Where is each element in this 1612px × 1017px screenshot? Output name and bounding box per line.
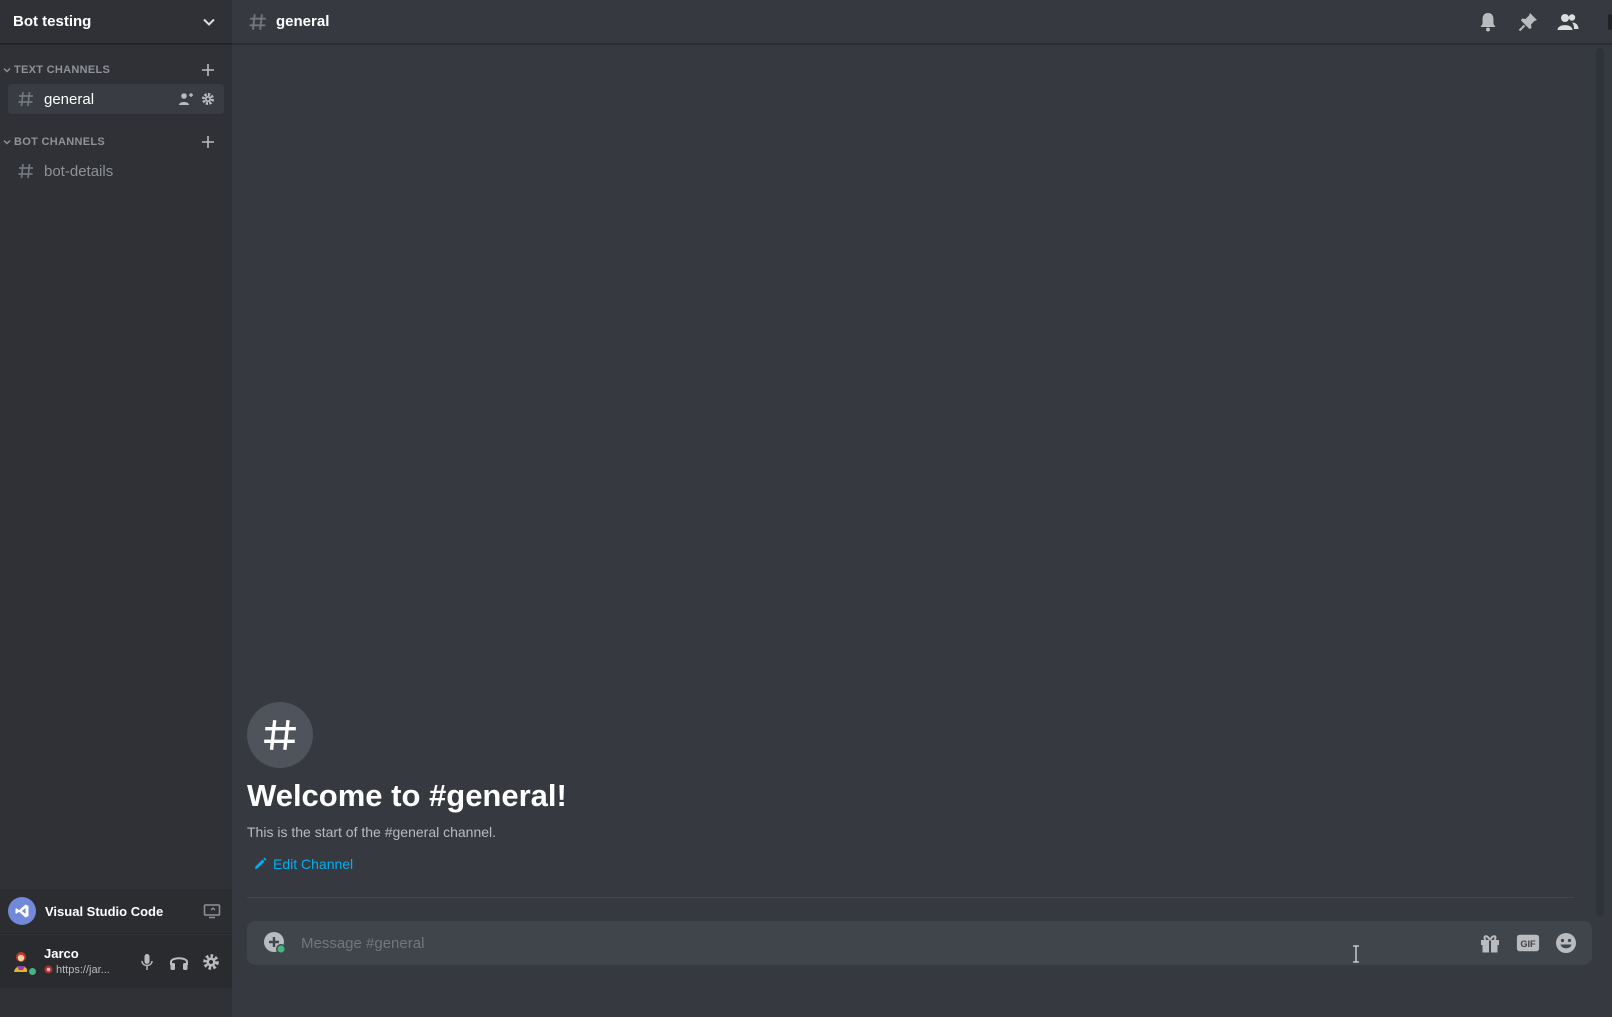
screen-share-icon[interactable] xyxy=(202,901,222,921)
settings-gear-icon[interactable] xyxy=(200,91,216,107)
activity-panel: Visual Studio Code xyxy=(0,889,232,934)
invite-icon[interactable] xyxy=(178,91,194,107)
channel-item-bot-details[interactable]: bot-details xyxy=(8,156,224,186)
message-input[interactable] xyxy=(301,934,1478,952)
window-edge xyxy=(1608,14,1612,30)
chevron-down-icon[interactable] xyxy=(202,15,216,29)
category-label: BOT CHANNELS xyxy=(14,136,105,148)
custom-status: https://jar... xyxy=(44,962,136,978)
discord-window: Bot testing TEXT CHANNELS general BOT CH… xyxy=(0,0,1612,1017)
add-upload-icon[interactable] xyxy=(263,931,287,955)
hash-icon xyxy=(16,90,36,108)
gif-icon[interactable]: GIF xyxy=(1516,931,1540,955)
channel-header: general xyxy=(232,0,1612,44)
svg-text:GIF: GIF xyxy=(1520,939,1536,949)
emoji-icon[interactable] xyxy=(1554,931,1578,955)
divider xyxy=(247,897,1574,898)
user-settings-gear-icon[interactable] xyxy=(200,951,222,973)
avatar[interactable] xyxy=(8,947,38,977)
edit-channel-label: Edit Channel xyxy=(273,856,354,872)
bell-icon[interactable] xyxy=(1476,10,1500,34)
custom-status-text: https://jar... xyxy=(56,963,110,976)
server-header[interactable]: Bot testing xyxy=(0,0,232,44)
caret-down-icon xyxy=(2,138,11,147)
pin-icon[interactable] xyxy=(1516,10,1540,34)
channel-sidebar: Bot testing TEXT CHANNELS general BOT CH… xyxy=(0,0,232,1017)
scrollbar[interactable] xyxy=(1596,48,1604,916)
chat-area: general Welcome to #general! This is the… xyxy=(232,0,1612,1017)
gift-icon[interactable] xyxy=(1478,931,1502,955)
activity-name: Visual Studio Code xyxy=(45,903,164,919)
hash-icon xyxy=(248,12,268,32)
microphone-icon[interactable] xyxy=(136,951,158,973)
username: Jarco xyxy=(44,945,79,961)
add-channel-icon[interactable] xyxy=(200,134,216,150)
hash-icon xyxy=(264,720,296,750)
channel-hash-avatar xyxy=(247,702,313,768)
visual-studio-code-icon xyxy=(8,897,36,925)
server-name: Bot testing xyxy=(13,13,92,30)
category-text-channels[interactable]: TEXT CHANNELS xyxy=(0,58,232,82)
category-bot-channels[interactable]: BOT CHANNELS xyxy=(0,130,232,154)
online-status-dot xyxy=(27,965,38,977)
hash-icon xyxy=(16,162,36,180)
edit-channel-link[interactable]: Edit Channel xyxy=(253,856,353,872)
text-cursor-icon xyxy=(1352,945,1360,963)
add-channel-icon[interactable] xyxy=(200,62,216,78)
welcome-subtitle: This is the start of the #general channe… xyxy=(247,824,497,840)
caret-down-icon xyxy=(2,66,11,75)
members-icon[interactable] xyxy=(1556,10,1580,34)
channel-title: general xyxy=(276,13,330,30)
channel-name: general xyxy=(44,90,95,108)
welcome-title: Welcome to #general! xyxy=(247,778,567,813)
channel-name: bot-details xyxy=(44,162,114,180)
category-label: TEXT CHANNELS xyxy=(14,64,111,76)
pencil-icon xyxy=(255,857,267,869)
user-panel: Jarco https://jar... xyxy=(0,935,232,988)
status-emoji-icon xyxy=(44,965,53,974)
channel-item-general[interactable]: general xyxy=(8,84,224,114)
headphones-icon[interactable] xyxy=(168,951,190,973)
message-composer: GIF xyxy=(247,921,1592,965)
